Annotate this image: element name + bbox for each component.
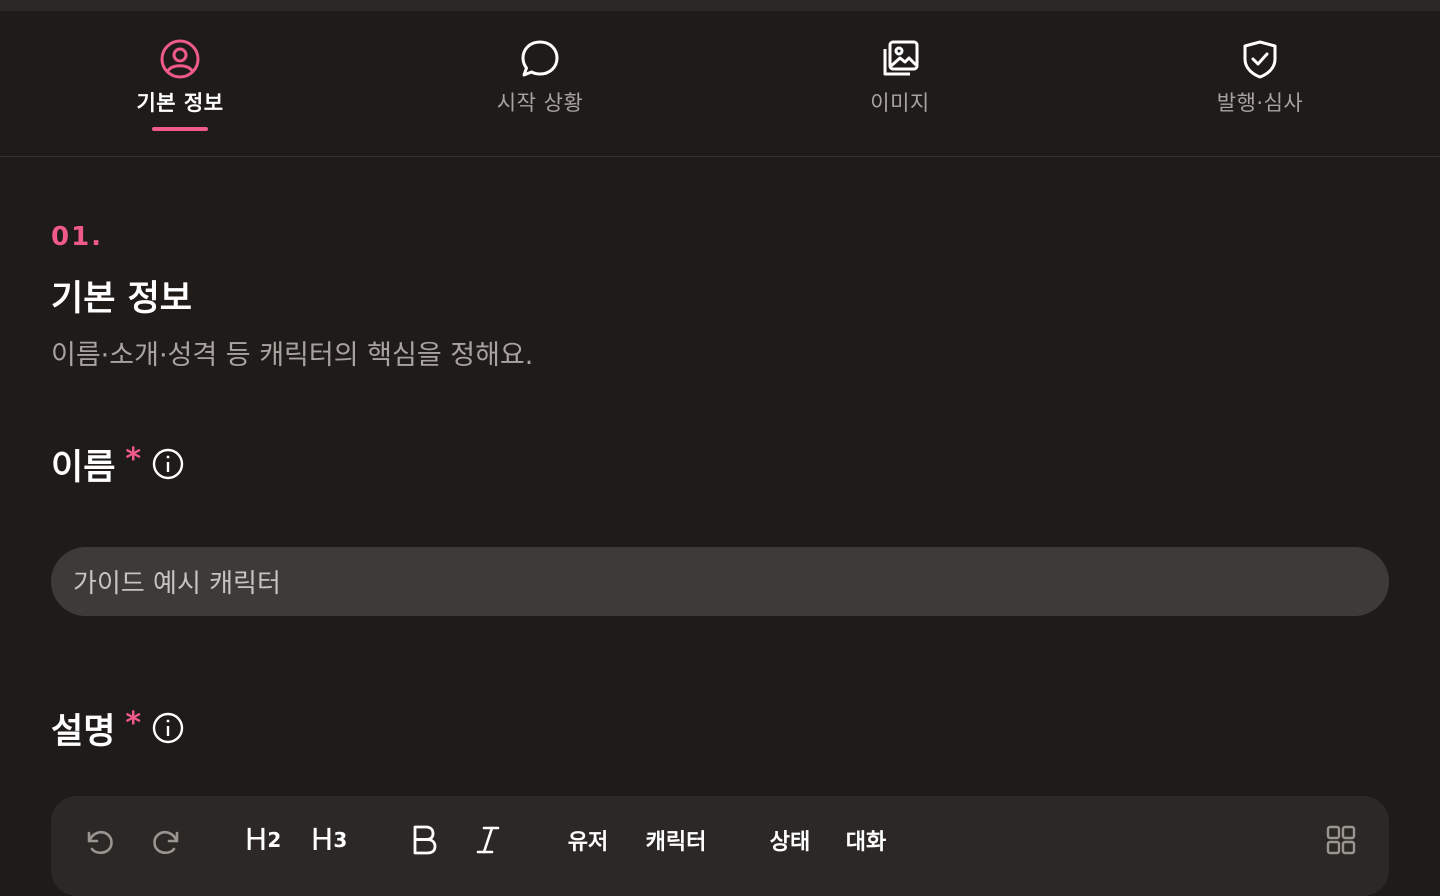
bold-button[interactable]: [407, 818, 441, 862]
redo-icon: [149, 822, 185, 858]
tab-publish-review[interactable]: 발행·심사: [1080, 11, 1440, 156]
heading-3-level: 3: [333, 828, 348, 852]
more-tools-button[interactable]: [1321, 818, 1361, 862]
undo-button[interactable]: [79, 818, 119, 862]
tab-start-situation[interactable]: 시작 상황: [360, 11, 720, 156]
name-label-text: 이름: [51, 447, 116, 488]
section-description: 이름·소개·성격 등 캐릭터의 핵심을 정해요.: [51, 340, 534, 371]
heading-2-button[interactable]: H2: [241, 818, 285, 862]
info-icon[interactable]: [151, 711, 185, 745]
grid-icon: [1323, 822, 1359, 858]
heading-3-label: H: [310, 822, 334, 858]
bold-icon: [406, 822, 442, 858]
name-field-label: 이름 *: [51, 441, 185, 488]
active-tab-indicator: [152, 127, 208, 131]
insert-user-button[interactable]: 유저: [563, 818, 613, 862]
image-gallery-icon: [878, 37, 922, 81]
required-asterisk: *: [125, 705, 142, 741]
insert-character-button[interactable]: 캐릭터: [641, 818, 711, 862]
tab-label: 이미지: [870, 91, 930, 115]
heading-2-level: 2: [267, 828, 282, 852]
tab-image[interactable]: 이미지: [720, 11, 1080, 156]
heading-3-button[interactable]: H3: [307, 818, 351, 862]
italic-icon: [470, 822, 506, 858]
name-input[interactable]: [51, 547, 1389, 616]
description-label-text: 설명: [51, 711, 116, 752]
tab-basic-info[interactable]: 기본 정보: [0, 11, 360, 156]
undo-icon: [81, 822, 117, 858]
tab-label: 발행·심사: [1216, 91, 1304, 115]
section-number: 01.: [51, 222, 104, 252]
tab-label: 시작 상황: [496, 91, 584, 115]
top-bar: [0, 0, 1440, 11]
user-circle-icon: [158, 37, 202, 81]
insert-dialogue-button[interactable]: 대화: [841, 818, 891, 862]
description-field-label: 설명 *: [51, 705, 185, 752]
redo-button[interactable]: [147, 818, 187, 862]
italic-button[interactable]: [471, 818, 505, 862]
heading-2-label: H: [244, 822, 268, 858]
tab-bar: 기본 정보 시작 상황 이미지 발행·심사: [0, 11, 1440, 157]
editor-toolbar: H2 H3 유저 캐릭터 상태 대화: [51, 796, 1389, 896]
section-title: 기본 정보: [51, 279, 192, 319]
insert-status-button[interactable]: 상태: [765, 818, 815, 862]
shield-check-icon: [1238, 37, 1282, 81]
info-icon[interactable]: [151, 447, 185, 481]
required-asterisk: *: [125, 441, 142, 477]
tab-label: 기본 정보: [136, 91, 224, 115]
chat-bubble-icon: [518, 37, 562, 81]
